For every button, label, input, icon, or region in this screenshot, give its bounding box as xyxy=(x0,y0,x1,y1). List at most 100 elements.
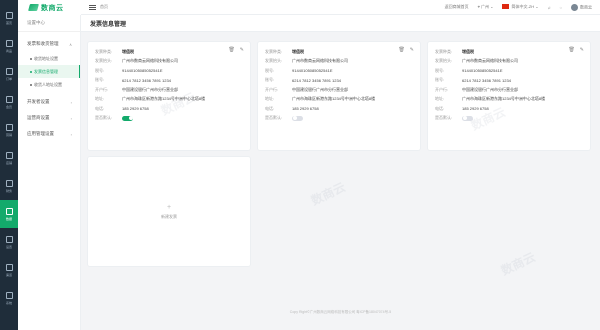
marketing-icon xyxy=(5,123,13,131)
delete-icon[interactable]: 🗑 xyxy=(398,47,404,53)
bank-label: 开户行: xyxy=(95,86,109,92)
submenu-item-invoice-info[interactable]: 发票信息管理 xyxy=(18,65,80,78)
rail-item-channel[interactable]: 渠道 xyxy=(0,256,18,284)
invoice-title-value: 广州市数商云网络科技有限公司 xyxy=(462,58,518,64)
watermark-logo: 数商云 xyxy=(308,179,348,208)
page-header: 发票信息管理 xyxy=(81,15,600,32)
location-selector[interactable]: ⌖ 广州 ⌄ xyxy=(478,4,494,10)
default-toggle[interactable] xyxy=(462,115,473,121)
account-value: 6214 7812 3456 7891 1234 xyxy=(292,77,341,83)
rail-item-shop[interactable]: 店铺 xyxy=(0,144,18,172)
menu-item-invoice-shipping[interactable]: 发票和收货管理 ∧ xyxy=(18,36,80,52)
rail-item-finance[interactable]: 财务 xyxy=(0,172,18,200)
invoice-type-value: 增值税 xyxy=(462,48,474,54)
data-icon xyxy=(5,207,13,215)
edit-icon[interactable]: ✎ xyxy=(580,47,584,53)
breadcrumb[interactable]: 首页 xyxy=(100,4,108,10)
bank-value: 中国建设银行广州市分行营业部 xyxy=(462,86,518,92)
default-toggle[interactable] xyxy=(122,115,133,121)
account-label: 账号: xyxy=(95,77,105,83)
rail-item-settings[interactable]: 设置 xyxy=(0,228,18,256)
goods-icon xyxy=(5,39,13,47)
account-value: 6214 7812 3456 7891 1234 xyxy=(122,77,171,83)
add-invoice-card[interactable]: + 新建发票 xyxy=(88,157,250,266)
logo[interactable]: 数商云 xyxy=(18,0,81,15)
invoice-type-value: 增值税 xyxy=(292,48,304,54)
secondary-sidebar: 设置中心 发票和收货管理 ∧ 收货地址设置 发票信息管理 收货人地址设置 开发者… xyxy=(18,15,81,330)
rail-item-data[interactable]: 数据 xyxy=(0,200,18,228)
phone-value: 185 2929 6758 xyxy=(462,106,489,112)
back-to-mall-link[interactable]: 返回商城首页 xyxy=(445,4,469,10)
icon-rail: 首页 商品 订单 会员 营销 店铺 财务 数据 设置 渠道 系统 xyxy=(0,0,18,330)
invoice-title-value: 广州市数商云网络科技有限公司 xyxy=(292,58,348,64)
menu-toggle-icon[interactable] xyxy=(89,4,96,10)
location-pin-icon: ⌖ xyxy=(477,4,480,9)
tax-no-label: 税号: xyxy=(265,67,275,73)
tax-no-value: 91440105085052541E xyxy=(292,68,333,74)
tax-no-label: 税号: xyxy=(435,67,445,73)
chevron-down-icon: ⌄ xyxy=(490,4,494,9)
edit-icon[interactable]: ✎ xyxy=(410,47,414,53)
finance-icon xyxy=(5,179,13,187)
tax-no-value: 91440105085052541E xyxy=(122,68,163,74)
rail-item-order[interactable]: 订单 xyxy=(0,60,18,88)
rail-item-member[interactable]: 会员 xyxy=(0,88,18,116)
delete-icon[interactable]: 🗑 xyxy=(228,47,234,53)
menu-item-operator[interactable]: 运营商设置 › xyxy=(18,110,80,126)
invoice-type-label: 发票种类: xyxy=(265,48,283,54)
phone-label: 电话: xyxy=(435,105,445,111)
edit-icon[interactable]: ✎ xyxy=(240,47,244,53)
language-selector[interactable]: 简体中文-ZH ⌄ xyxy=(502,4,539,10)
invoice-type-label: 发票种类: xyxy=(95,48,113,54)
page-title: 发票信息管理 xyxy=(90,21,127,28)
system-icon xyxy=(5,291,13,299)
invoice-title-value: 广州市数商云网络科技有限公司 xyxy=(122,58,178,64)
tax-no-label: 税号: xyxy=(95,67,105,73)
address-value: 广州市海珠区新港东路1234号中洲中心北塔8楼 xyxy=(122,96,206,102)
rail-item-goods[interactable]: 商品 xyxy=(0,32,18,60)
default-label: 是否默认: xyxy=(95,115,113,121)
bank-label: 开户行: xyxy=(435,86,449,92)
rail-item-system[interactable]: 系统 xyxy=(0,284,18,312)
menu-item-developer[interactable]: 开发者设置 › xyxy=(18,94,80,110)
submenu-item-receiver-address[interactable]: 收货人地址设置 xyxy=(18,78,80,91)
watermark-logo: 数商云 xyxy=(498,249,538,278)
chevron-down-icon: ⌄ xyxy=(535,4,539,9)
message-icon[interactable]: ◌ xyxy=(560,5,562,10)
bullet-icon xyxy=(30,83,32,86)
bank-value: 中国建设银行广州市分行营业部 xyxy=(292,86,348,92)
bullet-icon xyxy=(30,57,32,60)
invoice-card: 🗑 ✎ 发票种类: 增值税 发票抬头: 广州市数商云网络科技有限公司 税号: 9144… xyxy=(428,42,590,150)
chevron-right-icon: › xyxy=(70,99,72,105)
rail-item-marketing[interactable]: 营销 xyxy=(0,116,18,144)
chevron-right-icon: › xyxy=(70,131,72,137)
tax-no-value: 91440105085052541E xyxy=(462,68,503,74)
invoice-title-label: 发票抬头: xyxy=(95,58,113,64)
invoice-title-label: 发票抬头: xyxy=(265,58,283,64)
channel-icon xyxy=(5,263,13,271)
settings-icon xyxy=(5,235,13,243)
default-label: 是否默认: xyxy=(435,115,453,121)
account-label: 账号: xyxy=(265,77,275,83)
invoice-card: 🗑 ✎ 发票种类: 增值税 发票抬头: 广州市数商云网络科技有限公司 税号: 9144… xyxy=(258,42,420,150)
member-icon xyxy=(5,95,13,103)
sidebar-header: 设置中心 xyxy=(18,15,80,32)
menu-item-app-management[interactable]: 应用管理设置 › xyxy=(18,126,80,142)
default-toggle[interactable] xyxy=(292,115,303,121)
shop-icon xyxy=(5,151,13,159)
avatar xyxy=(571,3,578,11)
user-menu[interactable]: 数商云 xyxy=(571,3,592,11)
top-right-actions: 返回商城首页 ⌖ 广州 ⌄ 简体中文-ZH ⌄ ♫ ◌ 数商云 xyxy=(445,3,592,11)
delete-icon[interactable]: 🗑 xyxy=(568,47,574,53)
address-label: 地址: xyxy=(95,96,105,102)
rail-item-home[interactable]: 首页 xyxy=(0,4,18,32)
add-invoice-label: 新建发票 xyxy=(161,213,177,219)
notification-bell-icon[interactable]: ♫ xyxy=(548,5,551,10)
card-actions: 🗑 ✎ xyxy=(398,47,414,53)
submenu-item-shipping-address[interactable]: 收货地址设置 xyxy=(18,52,80,65)
home-icon xyxy=(5,11,13,19)
top-bar: 首页 返回商城首页 ⌖ 广州 ⌄ 简体中文-ZH ⌄ ♫ ◌ 数商云 xyxy=(81,0,600,15)
footer-copyright: Copy Right©广州数商云网络科技有限公司 粤ICP备18047074号-… xyxy=(289,310,392,314)
phone-label: 电话: xyxy=(265,105,275,111)
sidebar-menu: 发票和收货管理 ∧ 收货地址设置 发票信息管理 收货人地址设置 开发者设置 › … xyxy=(18,32,80,142)
